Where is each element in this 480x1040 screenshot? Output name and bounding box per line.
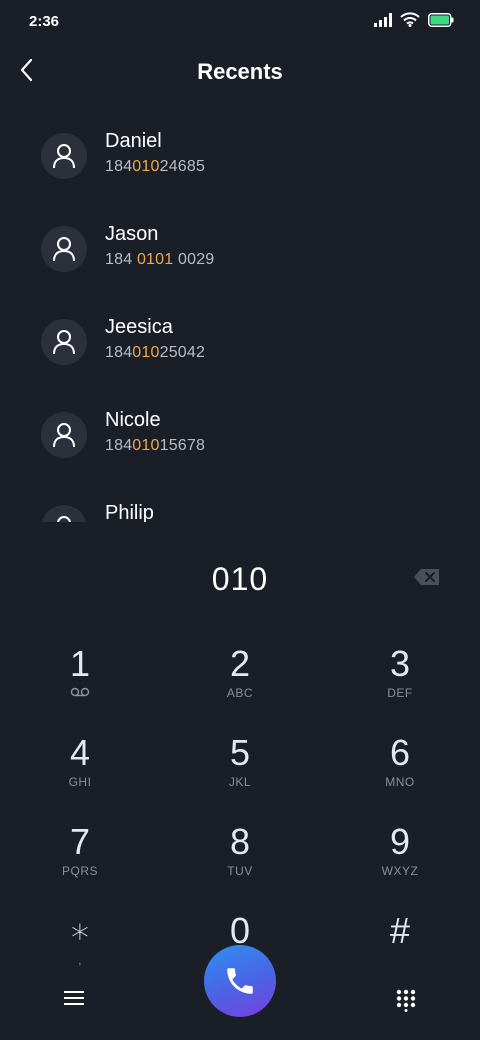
contact-name: Philip (105, 502, 154, 522)
key-2[interactable]: 2 ABC (180, 632, 300, 712)
contact-number: 18401015678 (105, 437, 206, 454)
key-7[interactable]: 7 PQRS (20, 810, 140, 890)
backspace-icon (414, 569, 439, 585)
recents-list[interactable]: Daniel 18401024685 Jason 184 0101 0029 J… (0, 110, 480, 522)
contact-row[interactable]: Daniel 18401024685 (0, 130, 480, 210)
avatar (41, 319, 87, 365)
key-digit: 8 (229, 821, 251, 862)
keypad-icon (396, 989, 416, 1012)
backspace-button[interactable] (413, 567, 441, 587)
signal-icon (374, 12, 392, 27)
key-digit: 1 (69, 643, 91, 684)
key-digit: 3 (389, 643, 411, 684)
person-icon (53, 423, 75, 448)
wifi-icon (400, 12, 420, 27)
key-8[interactable]: 8 TUV (180, 810, 300, 890)
key-digit: 7 (69, 821, 91, 862)
key-6[interactable]: 6 MNO (340, 721, 460, 801)
key-letters: TUV (227, 864, 253, 878)
call-button[interactable] (204, 945, 276, 1017)
status-time: 2:36 (29, 13, 60, 30)
contact-row[interactable]: Jeesica 18401025042 (0, 316, 480, 396)
contact-name: Jeesica (105, 316, 173, 338)
menu-icon (64, 991, 84, 1005)
key-5[interactable]: 5 JKL (180, 721, 300, 801)
avatar (41, 412, 87, 458)
person-icon (53, 330, 75, 355)
key-1[interactable]: 1 (20, 632, 140, 712)
key-digit: 5 (229, 732, 251, 773)
key-digit: 4 (69, 732, 91, 773)
status-icons (374, 12, 454, 27)
key-letters: GHI (68, 775, 92, 789)
key-letters: ABC (226, 686, 254, 700)
person-icon (57, 516, 71, 522)
contact-name: Daniel (105, 130, 162, 152)
key-3[interactable]: 3 DEF (340, 632, 460, 712)
key-letters: DEF (387, 686, 413, 700)
voicemail-icon (70, 686, 90, 700)
avatar (41, 133, 87, 179)
contact-row[interactable]: Jason 184 0101 0029 (0, 223, 480, 303)
dial-value: 010 (211, 561, 269, 597)
key-letters: JKL (228, 775, 252, 789)
contact-row[interactable]: Philip (0, 502, 480, 522)
status-bar: 2:36 (0, 0, 480, 44)
key-digit: 6 (389, 732, 411, 773)
page-title: Recents (197, 59, 283, 84)
contact-number: 18401024685 (105, 158, 206, 175)
avatar (41, 505, 87, 522)
contact-name: Jason (105, 223, 159, 245)
key-letters: PQRS (61, 864, 98, 878)
avatar (41, 226, 87, 272)
keypad-toggle-button[interactable] (394, 988, 418, 1012)
dial-entry: 010 (0, 555, 480, 603)
person-icon (53, 144, 75, 169)
person-icon (53, 237, 75, 262)
key-digit: 2 (229, 643, 251, 684)
battery-icon (428, 12, 454, 27)
phone-icon (227, 968, 253, 994)
key-9[interactable]: 9 WXYZ (340, 810, 460, 890)
key-letters: WXYZ (381, 864, 419, 878)
key-4[interactable]: 4 GHI (20, 721, 140, 801)
menu-button[interactable] (62, 986, 86, 1010)
key-digit: 9 (389, 821, 411, 862)
contact-number: 184 0101 0029 (105, 251, 215, 268)
contact-name: Nicole (105, 409, 161, 431)
contact-number: 18401025042 (105, 344, 206, 361)
key-letters: MNO (385, 775, 415, 789)
header: Recents (0, 44, 480, 100)
bottom-bar (0, 940, 480, 1040)
contact-row[interactable]: Nicole 18401015678 (0, 409, 480, 489)
